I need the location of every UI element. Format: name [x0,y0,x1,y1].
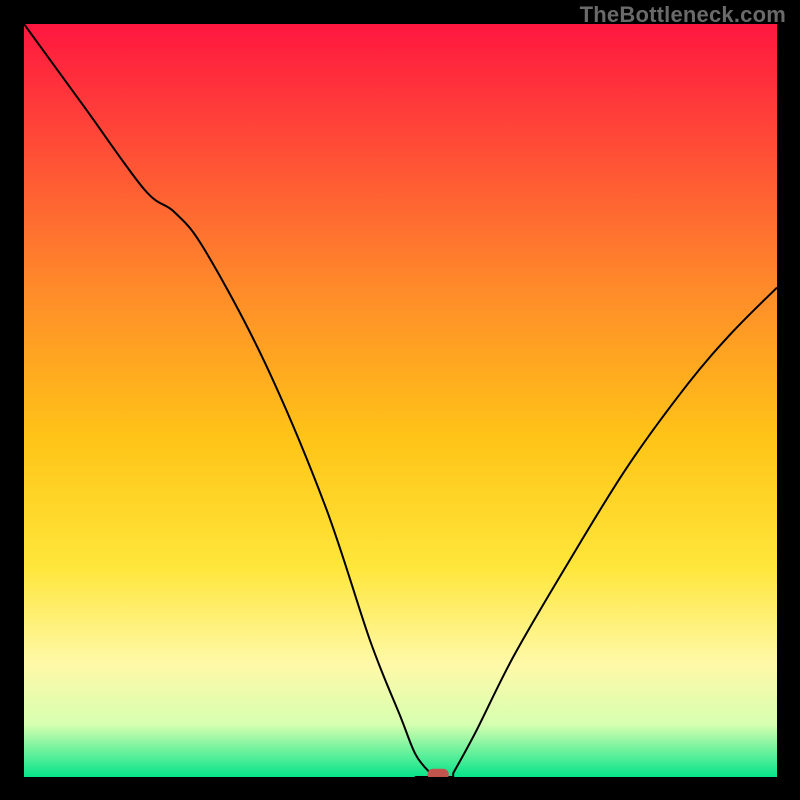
bottleneck-plot [24,24,777,777]
chart-frame: TheBottleneck.com [0,0,800,800]
optimum-marker [428,769,449,777]
